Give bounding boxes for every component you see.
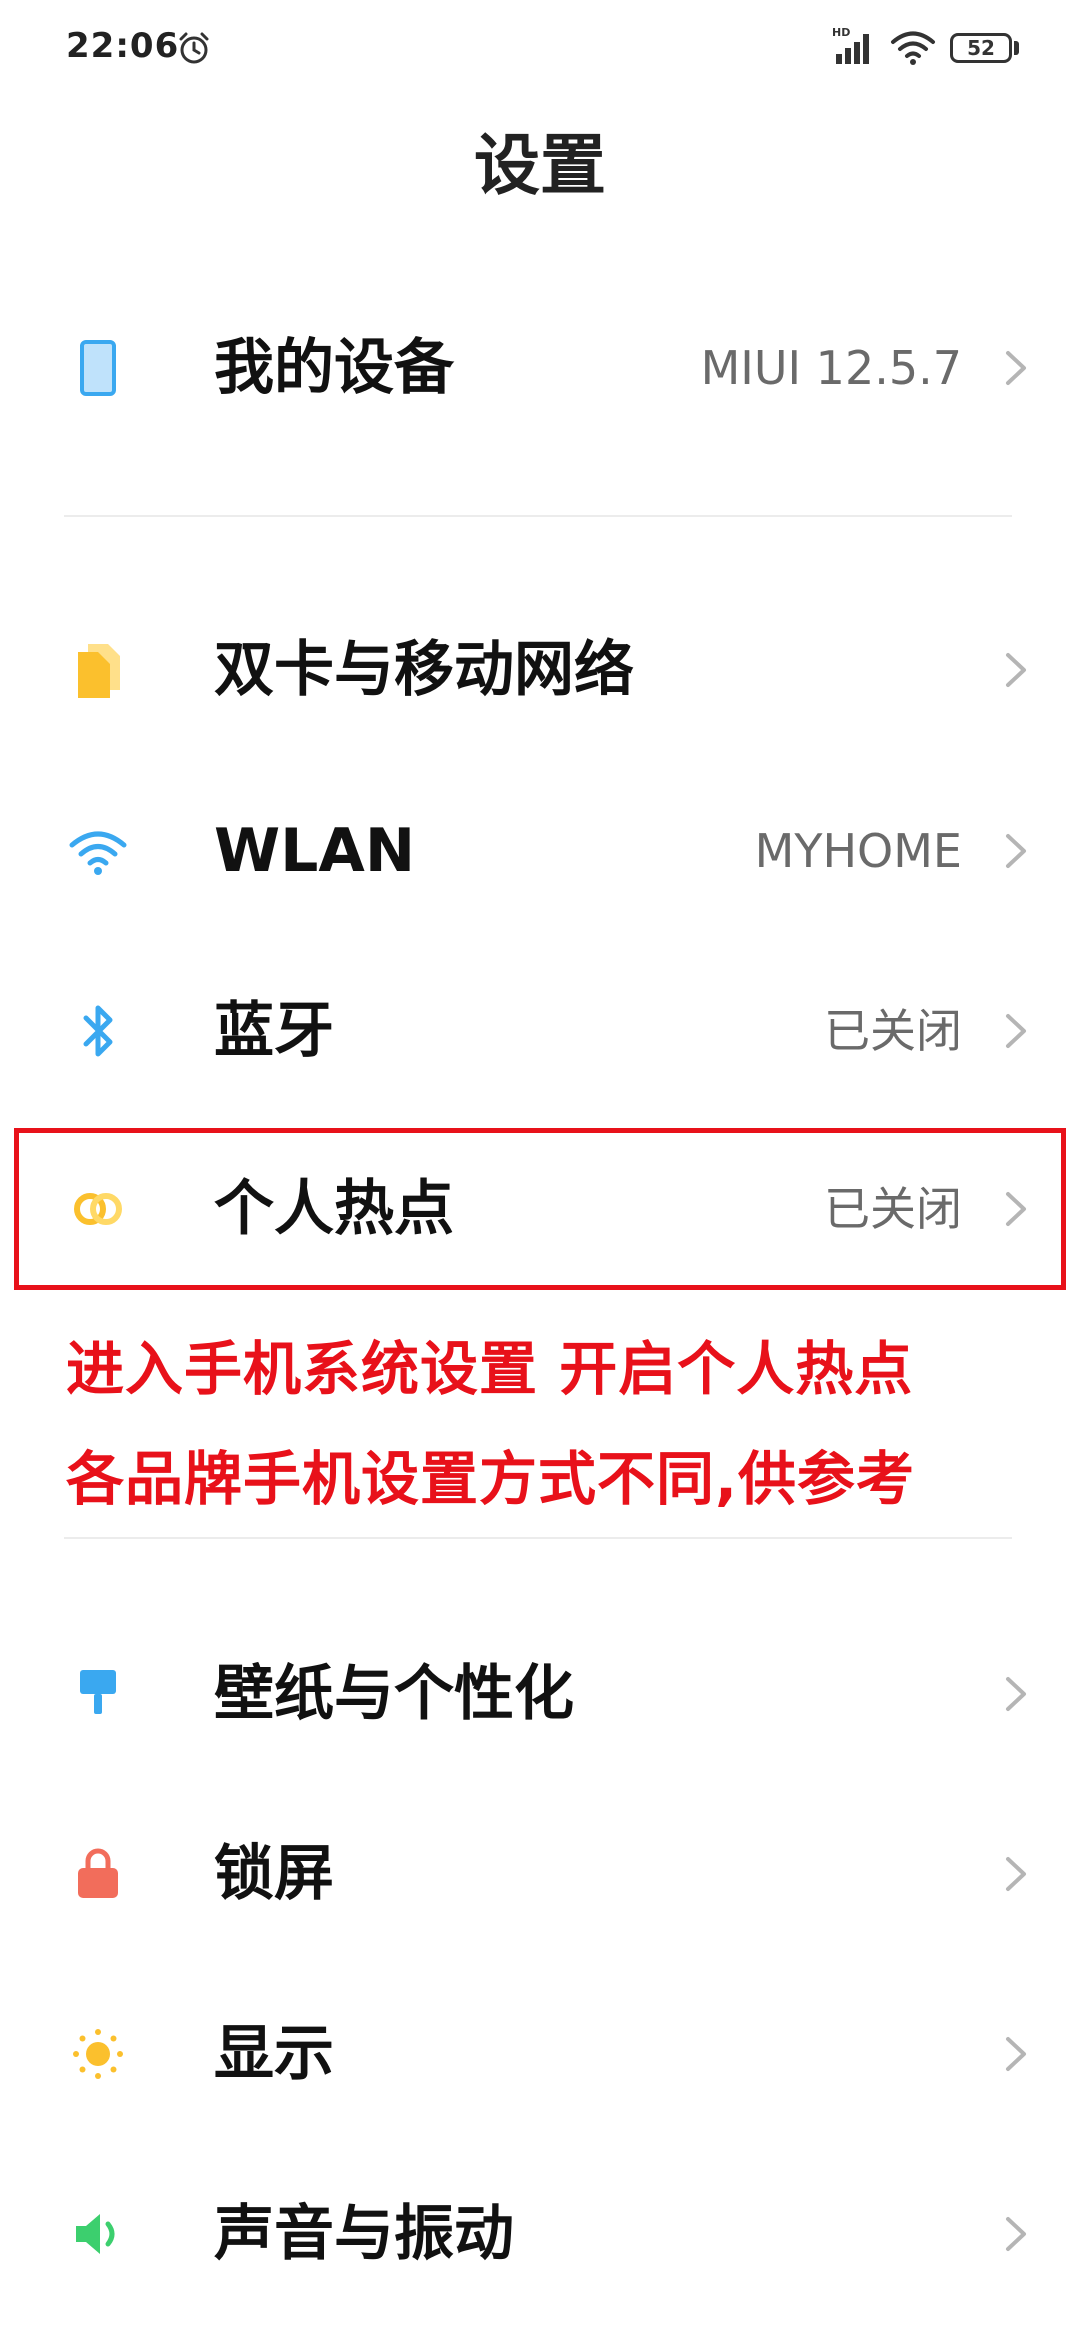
- section-divider: [64, 1537, 1012, 1539]
- settings-item-value: MYHOME: [754, 824, 962, 878]
- alarm-icon: [179, 32, 209, 64]
- chevron-right-icon: [1006, 351, 1026, 385]
- settings-item-label: 锁屏: [214, 1839, 334, 1909]
- battery-level: 52: [967, 36, 995, 60]
- highlight-box: [14, 1128, 1066, 1290]
- settings-item-bluetooth[interactable]: 蓝牙 已关闭: [0, 956, 1080, 1106]
- chevron-right-icon: [1006, 2037, 1026, 2071]
- wifi-icon: [69, 831, 127, 875]
- chevron-right-icon: [1006, 1677, 1026, 1711]
- network-badge: HD: [832, 26, 850, 39]
- settings-item-dual-sim[interactable]: 双卡与移动网络: [0, 595, 1080, 745]
- wifi-status-icon: [891, 31, 935, 65]
- settings-item-label: WLAN: [214, 816, 416, 886]
- status-time: 22:06: [66, 26, 180, 66]
- lock-icon: [78, 1848, 118, 1898]
- settings-item-label: 我的设备: [214, 333, 454, 403]
- settings-screen: 22:06 HD 52 设置 我的设备 MIUI 12.5.7 双卡与移动网络 …: [0, 0, 1080, 2340]
- chevron-right-icon: [1006, 1857, 1026, 1891]
- signal-icon: HD: [832, 26, 869, 64]
- section-divider: [64, 515, 1012, 517]
- chevron-right-icon: [1006, 653, 1026, 687]
- settings-item-wlan[interactable]: WLAN MYHOME: [0, 776, 1080, 926]
- battery-icon: 52: [950, 33, 1012, 63]
- status-bar: 22:06 HD 52: [0, 0, 1080, 100]
- settings-item-value: MIUI 12.5.7: [700, 341, 962, 395]
- settings-item-my-device[interactable]: 我的设备 MIUI 12.5.7: [0, 293, 1080, 443]
- speaker-icon: [76, 2214, 115, 2254]
- paint-brush-icon: [80, 1670, 116, 1714]
- settings-item-label: 双卡与移动网络: [214, 635, 634, 705]
- chevron-right-icon: [1006, 834, 1026, 868]
- settings-item-sound[interactable]: 声音与振动: [0, 2159, 1080, 2309]
- sun-icon: [73, 2029, 123, 2079]
- settings-item-wallpaper[interactable]: 壁纸与个性化: [0, 1619, 1080, 1769]
- settings-item-label: 声音与振动: [214, 2199, 514, 2269]
- settings-item-display[interactable]: 显示: [0, 1979, 1080, 2129]
- chevron-right-icon: [1006, 1014, 1026, 1048]
- bluetooth-icon: [83, 1005, 113, 1057]
- page-title: 设置: [474, 127, 606, 204]
- settings-item-label: 显示: [214, 2019, 334, 2089]
- settings-item-value: 已关闭: [824, 1004, 962, 1058]
- annotation-line-2: 各品牌手机设置方式不同,供参考: [66, 1445, 916, 1513]
- device-icon: [80, 340, 116, 396]
- annotation-line-1: 进入手机系统设置 开启个人热点: [66, 1335, 914, 1403]
- settings-item-label: 蓝牙: [214, 996, 334, 1066]
- settings-item-label: 壁纸与个性化: [214, 1659, 574, 1729]
- battery-tip: [1014, 41, 1019, 55]
- settings-item-lock-screen[interactable]: 锁屏: [0, 1799, 1080, 1949]
- sim-card-icon: [78, 644, 120, 698]
- chevron-right-icon: [1006, 2217, 1026, 2251]
